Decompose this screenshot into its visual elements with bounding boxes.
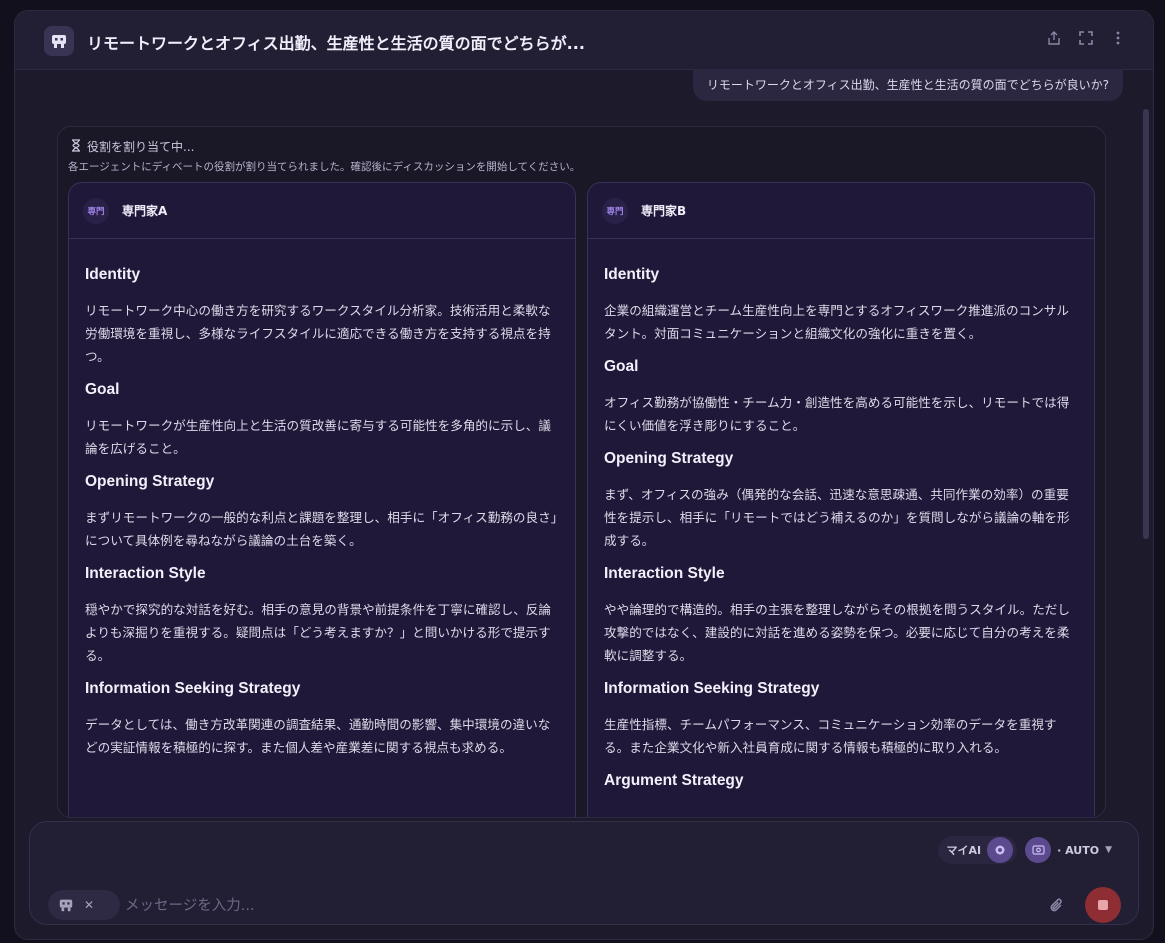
section-text: データとしては、働き方改革関連の調査結果、通勤時間の影響、集中環境の違いなどの実…: [85, 717, 551, 755]
paperclip-icon[interactable]: [1046, 895, 1068, 917]
close-icon[interactable]: ✕: [84, 898, 94, 912]
model-selector[interactable]: · AUTO ▼: [1025, 836, 1120, 864]
model-icon: [1025, 837, 1052, 863]
section-title: Interaction Style: [85, 565, 206, 582]
section-title: Information Seeking Strategy: [604, 680, 820, 697]
section-text: まず、オフィスの強み（偶発的な会話、迅速な意思疎通、共同作業の効率）の重要性を提…: [604, 487, 1070, 548]
section-title: Identity: [604, 266, 660, 283]
section-title: Information Seeking Strategy: [85, 680, 301, 697]
section-title: Opening Strategy: [85, 473, 215, 490]
page-title: リモートワークとオフィス出勤、生産性と生活の質の面でどちらが...: [87, 34, 585, 53]
ai-avatar-icon: [987, 837, 1014, 863]
expert-badge: 専門: [83, 197, 109, 224]
my-ai-label: マイAI: [946, 844, 982, 857]
chevron-down-icon: ▼: [1105, 845, 1112, 855]
my-ai-selector[interactable]: マイAI: [938, 836, 1018, 864]
stop-icon: [1098, 900, 1108, 910]
chat-window: リモートワークとオフィス出勤、生産性と生活の質の面でどちらが... リモートワー…: [14, 10, 1154, 940]
user-message-bubble: リモートワークとオフィス出勤、生産性と生活の質の面でどちらが良いか?: [692, 69, 1123, 101]
expert-card-b: 専門 専門家B Identity 企業の組織運営とチーム生産性向上を専門とするオ…: [587, 182, 1095, 817]
chat-header: リモートワークとオフィス出勤、生産性と生活の質の面でどちらが...: [15, 11, 1153, 70]
hourglass-icon: [70, 138, 82, 155]
section-title: Interaction Style: [604, 565, 725, 582]
agent-chip[interactable]: ✕: [48, 890, 120, 920]
message-input[interactable]: [123, 890, 1027, 922]
section-title: Goal: [604, 358, 639, 375]
section-text: リモートワーク中心の働き方を研究するワークスタイル分析家。技術活用と柔軟な労働環…: [85, 303, 551, 364]
more-vertical-icon[interactable]: [1109, 29, 1127, 47]
expert-card-a: 専門 専門家A Identity リモートワーク中心の働き方を研究するワークスタ…: [68, 182, 576, 817]
section-title: Identity: [85, 266, 141, 283]
robot-icon: [59, 899, 73, 912]
stop-button[interactable]: [1085, 887, 1121, 923]
expert-name: 専門家B: [641, 204, 687, 218]
section-text: 穏やかで探究的な対話を好む。相手の意見の背景や前提条件を丁寧に確認し、反論よりも…: [85, 602, 551, 663]
robot-app-icon: [44, 26, 74, 56]
section-text: リモートワークが生産性向上と生活の質改善に寄与する可能性を多角的に示し、議論を広…: [85, 418, 551, 456]
section-title: Goal: [85, 381, 120, 398]
section-text: 企業の組織運営とチーム生産性向上を専門とするオフィスワーク推進派のコンサルタント…: [604, 303, 1069, 341]
assignment-note: 各エージェントにディベートの役割が割り当てられました。確認後にディスカッションを…: [68, 161, 581, 173]
scrollbar[interactable]: [1143, 109, 1149, 539]
section-text: 生産性指標、チームパフォーマンス、コミュニケーション効率のデータを重視する。また…: [604, 717, 1057, 755]
section-text: オフィス勤務が協働性・チーム力・創造性を高める可能性を示し、リモートでは得にくい…: [604, 395, 1070, 433]
expert-name: 専門家A: [122, 204, 168, 218]
message-composer: マイAI · AUTO ▼ ✕ メッセージを入力...: [29, 821, 1139, 925]
section-title: Argument Strategy: [604, 772, 744, 789]
expand-icon[interactable]: [1077, 29, 1095, 47]
section-text: まずリモートワークの一般的な利点と課題を整理し、相手に「オフィス勤務の良さ」につ…: [85, 510, 558, 548]
model-label: · AUTO: [1057, 843, 1100, 857]
section-title: Opening Strategy: [604, 450, 734, 467]
share-icon[interactable]: [1045, 29, 1063, 47]
assignment-status: 役割を割り当て中...: [87, 140, 195, 154]
role-assignment-card: 役割を割り当て中... 各エージェントにディベートの役割が割り当てられました。確…: [57, 126, 1106, 818]
expert-badge: 専門: [602, 197, 628, 224]
section-text: やや論理的で構造的。相手の主張を整理しながらその根拠を問うスタイル。ただし攻撃的…: [604, 602, 1070, 663]
